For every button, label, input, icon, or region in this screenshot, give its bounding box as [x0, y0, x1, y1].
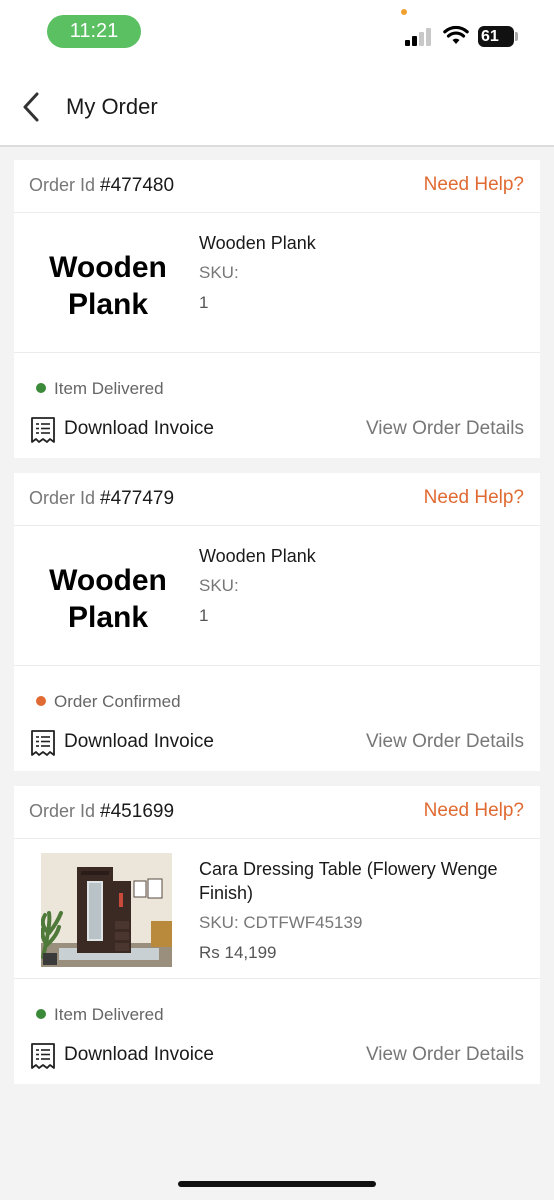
order-card-footer: Order Confirmed Download Invoice View Or… — [14, 666, 540, 771]
product-sku: SKU: — [199, 576, 239, 595]
battery-icon: 61 — [478, 26, 514, 47]
order-status-label: Item Delivered — [54, 379, 164, 398]
need-help-link[interactable]: Need Help? — [424, 800, 524, 822]
back-arrow-icon[interactable] — [18, 90, 48, 124]
home-indicator[interactable] — [178, 1181, 376, 1187]
view-order-details-link[interactable]: View Order Details — [366, 1044, 524, 1066]
order-card: Order Id #477480 Need Help? Wooden Plank… — [14, 160, 540, 458]
wifi-icon — [443, 25, 469, 44]
thumbnail-text-line: Plank — [67, 288, 149, 321]
cellular-signal-icon — [405, 27, 433, 46]
order-id-number: #477479 — [100, 488, 175, 509]
order-product[interactable]: Wooden Plank Wooden Plank SKU: 1 — [14, 526, 540, 666]
thumbnail-text-line: Plank — [67, 601, 149, 634]
need-help-link[interactable]: Need Help? — [424, 174, 524, 196]
order-id-number: #451699 — [100, 801, 175, 822]
product-thumbnail: Wooden Plank — [34, 249, 182, 323]
order-card-header: Order Id #477480 Need Help? — [14, 160, 540, 213]
order-id-prefix: Order Id — [29, 801, 96, 821]
app-header: My Order — [0, 70, 554, 147]
privacy-indicator-dot — [401, 9, 407, 15]
order-id: Order Id #477480 — [29, 175, 174, 197]
product-detail: 1 — [199, 606, 209, 625]
product-name: Cara Dressing Table (Flowery Wenge Finis… — [199, 859, 498, 903]
view-order-details-link[interactable]: View Order Details — [366, 418, 524, 440]
order-status: Item Delivered — [36, 1005, 164, 1025]
page-title: My Order — [66, 94, 158, 119]
order-card-footer: Item Delivered Download Invoice View Ord… — [14, 979, 540, 1084]
invoice-receipt-icon — [31, 417, 55, 443]
product-sku: SKU: CDTFWF45139 — [199, 913, 363, 932]
view-order-details-link[interactable]: View Order Details — [366, 731, 524, 753]
status-time: 11:21 — [47, 15, 141, 48]
order-id-number: #477480 — [100, 175, 175, 196]
invoice-receipt-icon — [31, 730, 55, 756]
status-dot-icon — [36, 696, 46, 706]
dressing-table-photo — [41, 853, 172, 967]
order-card: Order Id #451699 Need Help? Cara Dressin… — [14, 786, 540, 1084]
order-status: Item Delivered — [36, 379, 164, 399]
order-product[interactable]: Cara Dressing Table (Flowery Wenge Finis… — [14, 839, 540, 979]
order-id: Order Id #477479 — [29, 488, 174, 510]
order-card-header: Order Id #451699 Need Help? — [14, 786, 540, 839]
order-id: Order Id #451699 — [29, 801, 174, 823]
download-invoice-label: Download Invoice — [64, 418, 214, 439]
status-dot-icon — [36, 1009, 46, 1019]
order-card: Order Id #477479 Need Help? Wooden Plank… — [14, 473, 540, 771]
order-status: Order Confirmed — [36, 692, 181, 712]
product-price: Rs 14,199 — [199, 943, 277, 962]
download-invoice-label: Download Invoice — [64, 731, 214, 752]
product-name: Wooden Plank — [199, 546, 316, 566]
product-detail: 1 — [199, 293, 209, 312]
status-dot-icon — [36, 383, 46, 393]
order-card-footer: Item Delivered Download Invoice View Ord… — [14, 353, 540, 458]
thumbnail-text-line: Wooden — [49, 251, 167, 284]
invoice-receipt-icon — [31, 1043, 55, 1069]
product-sku: SKU: — [199, 263, 239, 282]
download-invoice-label: Download Invoice — [64, 1044, 214, 1065]
order-id-prefix: Order Id — [29, 175, 96, 195]
order-card-header: Order Id #477479 Need Help? — [14, 473, 540, 526]
thumbnail-text-line: Wooden — [49, 564, 167, 597]
battery-cap — [515, 32, 518, 41]
order-status-label: Order Confirmed — [54, 692, 181, 711]
product-name: Wooden Plank — [199, 233, 316, 253]
order-id-prefix: Order Id — [29, 488, 96, 508]
product-thumbnail: Wooden Plank — [34, 562, 182, 636]
order-status-label: Item Delivered — [54, 1005, 164, 1024]
order-product[interactable]: Wooden Plank Wooden Plank SKU: 1 — [14, 213, 540, 353]
status-bar: 11:21 61 — [0, 0, 554, 70]
need-help-link[interactable]: Need Help? — [424, 487, 524, 509]
